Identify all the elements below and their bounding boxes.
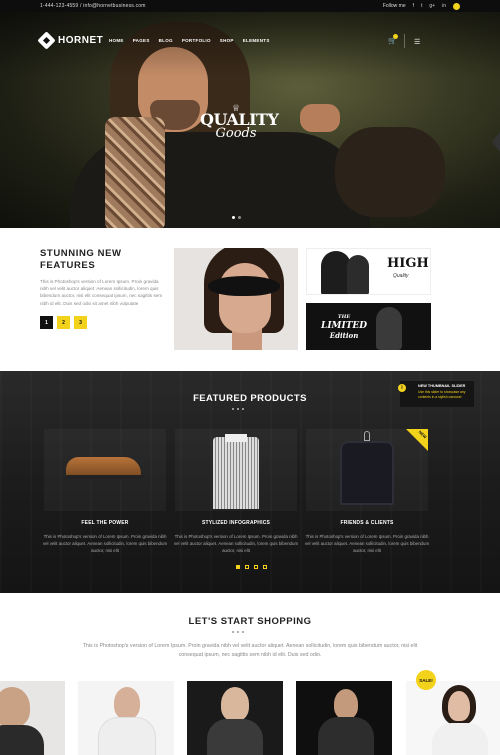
shoe-sole [66,475,144,479]
feature-tooltip: i NEW THUMBNAIL SLIDER Use this slider t… [398,381,474,407]
twitter-icon[interactable]: t [421,3,422,9]
cart-count-badge [393,34,398,39]
thumb-1-head [0,687,30,727]
shop-thumb-3[interactable] [187,681,283,755]
sunglasses-icon [208,276,280,296]
product-card-shirt[interactable] [175,429,297,511]
nav-item-portfolio[interactable]: PORTFOLIO [182,38,211,43]
product-title-2[interactable]: STYLIZED INFOGRAPHICS [175,520,297,526]
promo-limited-line-3: Edition [329,331,359,340]
thumb-4-head [334,689,358,719]
thumb-5-head [448,691,470,721]
product-text-2: This is Photoshop's version of Lorem Ips… [173,534,299,553]
thumb-1-body [0,725,44,755]
model-face [219,263,271,333]
promo-model-2 [347,255,369,294]
thumb-5-body [432,723,488,755]
section-separator [232,408,244,410]
hero-dot-1[interactable] [232,216,235,219]
product-title-3[interactable]: FRIENDS & CLIENTS [306,520,428,526]
jacket-image [340,441,394,505]
hero-title: ♕ QUALITY Goods [200,104,279,141]
google-plus-icon[interactable]: g+ [429,3,435,9]
featured-products-section: FEATURED PRODUCTS NEW FEEL THE POWER STY… [0,371,500,593]
shirt-collar [225,434,247,442]
nav-item-pages[interactable]: PAGES [133,38,150,43]
hero-pagination [232,216,241,219]
site-logo[interactable]: HORNET [37,31,104,50]
tooltip-text: Use this slider to showcase any contents… [418,390,466,399]
features-section: STUNNING NEW FEATURES This is Photoshop'… [0,228,500,371]
shop-thumb-5[interactable] [406,681,500,755]
hero-title-goods: Goods [215,126,257,141]
shoe-image [66,457,141,477]
promo-model-3 [376,307,402,350]
product-card-jacket[interactable]: NEW [306,429,428,511]
sale-badge: SALE! [416,670,436,690]
thumb-4-body [318,717,374,755]
tooltip-title: NEW THUMBNAIL SLIDER [418,384,466,388]
shopping-section: LET'S START SHOPPING This is Photoshop's… [0,593,500,755]
shopping-text: This is Photoshop's version of Lorem Ips… [82,643,418,658]
products-dot-4[interactable] [263,565,267,569]
nav-item-blog[interactable]: BLOG [159,38,173,43]
page-button-2[interactable]: 2 [57,316,70,329]
products-dot-1[interactable] [236,565,240,569]
linkedin-icon[interactable]: in [442,3,446,9]
product-title-1[interactable]: FEEL THE POWER [44,520,166,526]
header-divider [404,34,405,48]
hamburger-icon[interactable]: ☰ [414,38,420,46]
features-title: STUNNING NEW FEATURES [40,248,122,271]
promo-limited-line-2: LIMITED [321,321,368,331]
features-text: This is Photoshop's version of Lorem Ips… [40,279,163,306]
promo-quality-text: Quality [393,273,409,279]
thumb-2-head [114,687,140,719]
logo-text: HORNET [58,35,104,46]
limited-edition-promo[interactable]: THE LIMITED Edition [306,303,431,350]
promo-high-text: HIGH [387,256,429,271]
social-follow: Follow me f t g+ in [382,2,460,10]
thumb-2-body [98,717,156,755]
thumb-3-head [221,687,249,721]
shop-thumb-1[interactable] [0,681,65,755]
search-icon[interactable] [453,2,460,10]
shop-thumb-4[interactable] [296,681,392,755]
shop-thumb-2[interactable] [78,681,174,755]
promo-limited-text: THE LIMITED Edition [321,313,367,340]
shopping-separator [232,631,244,633]
logo-icon [37,31,56,50]
main-nav: HOME PAGES BLOG PORTFOLIO SHOP ELEMENTS [109,38,270,43]
hanger-icon [364,431,370,441]
products-dot-2[interactable] [245,565,249,569]
hero-slider: HORNET HOME PAGES BLOG PORTFOLIO SHOP EL… [0,12,500,228]
top-bar: 1-444-123-4559 / info@hornetbusiness.com… [0,0,500,12]
info-icon[interactable]: i [398,384,406,392]
features-pagination: 1 2 3 [40,316,87,329]
product-card-shoe[interactable] [44,429,166,511]
high-quality-promo[interactable]: HIGH Quality [306,248,431,295]
hero-next-arrow-icon[interactable] [492,132,500,152]
nav-item-elements[interactable]: ELEMENTS [243,38,270,43]
shirt-image [213,437,259,509]
products-dot-3[interactable] [254,565,258,569]
thumb-3-body [207,719,263,755]
sunglasses-model-image [174,248,298,350]
shopping-title: LET'S START SHOPPING [188,616,312,627]
nav-item-shop[interactable]: SHOP [220,38,234,43]
hero-dot-2[interactable] [238,216,241,219]
page-button-3[interactable]: 3 [74,316,87,329]
facebook-icon[interactable]: f [413,3,414,9]
contact-info: 1-444-123-4559 / info@hornetbusiness.com [40,3,146,9]
products-pagination [236,565,267,569]
product-text-1: This is Photoshop's version of Lorem Ips… [42,534,168,553]
page-button-1[interactable]: 1 [40,316,53,329]
nav-item-home[interactable]: HOME [109,38,124,43]
product-text-3: This is Photoshop's version of Lorem Ips… [304,534,430,553]
cart-icon[interactable]: 🛒 [388,34,398,45]
follow-label: Follow me [382,3,406,9]
